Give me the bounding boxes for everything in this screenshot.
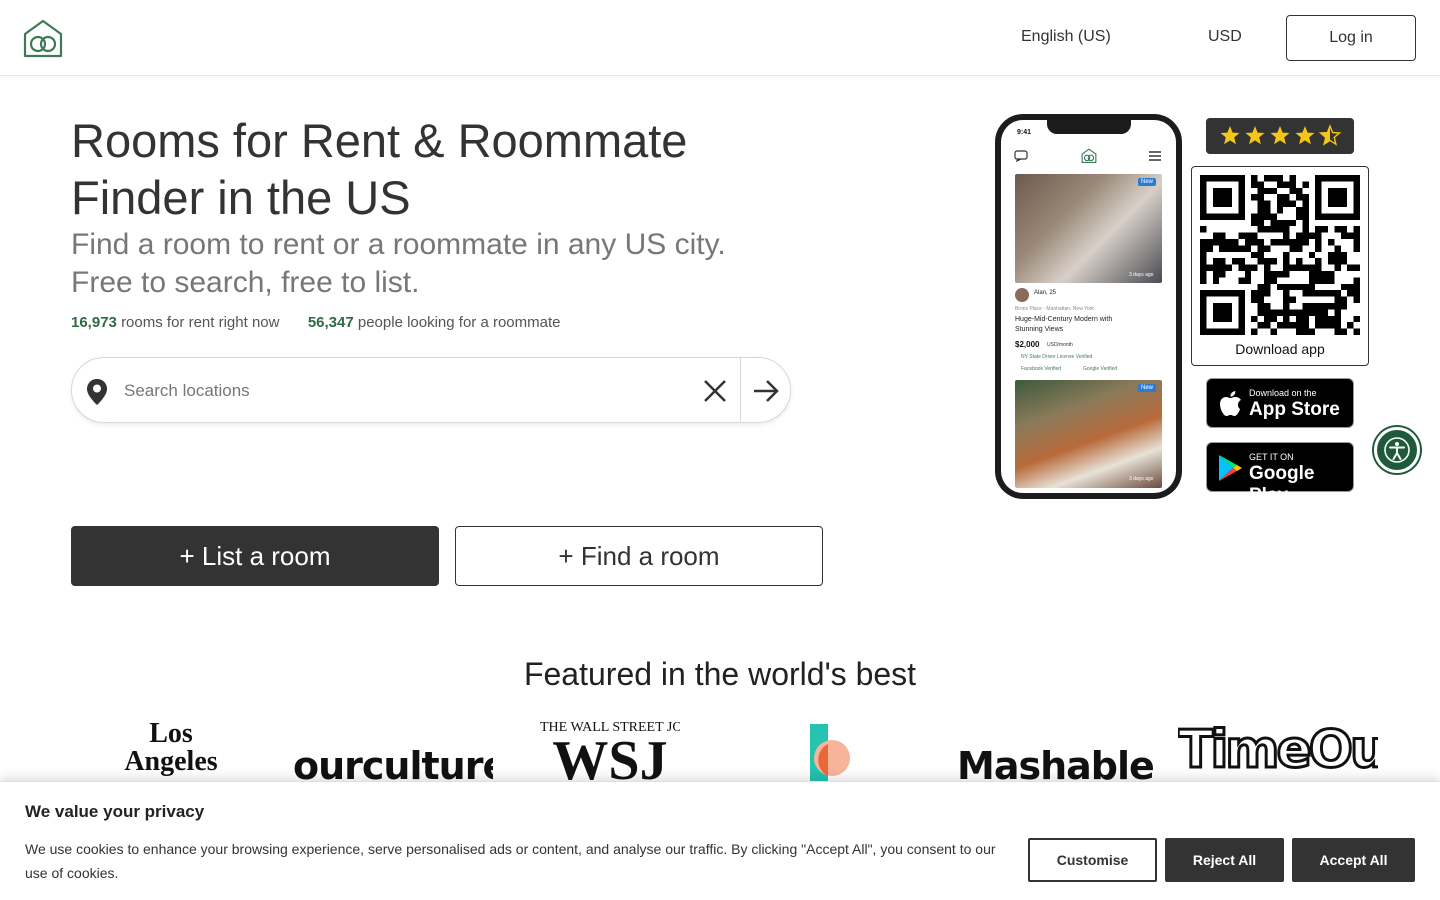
- wsj-big-text: WSJ: [552, 730, 668, 790]
- location-pin-icon: [87, 379, 107, 405]
- press-logo-abstract-icon: [810, 724, 850, 790]
- search-submit-arrow-icon[interactable]: [752, 378, 780, 404]
- google-play-icon: [1219, 455, 1242, 481]
- listing-1-posted: 3 days ago: [1129, 272, 1154, 278]
- la-line2: Angeles: [124, 746, 218, 777]
- language-selector[interactable]: English (US): [1021, 28, 1111, 46]
- app-logo-icon: [1081, 148, 1097, 164]
- download-app-qr[interactable]: Download app: [1191, 166, 1369, 366]
- listing-stats: 16,973 rooms for rent right now 56,347 p…: [71, 314, 561, 331]
- rooms-count-label: rooms for rent right now: [121, 314, 280, 331]
- listing-1-user: Alan, 25: [1034, 290, 1057, 296]
- listing-2-posted: 3 days ago: [1129, 476, 1154, 482]
- currency-selector[interactable]: USD: [1208, 28, 1242, 46]
- press-logo-timeout: TimeOut: [1178, 720, 1378, 782]
- listing-1-verified-3: Google Verified: [1083, 366, 1118, 372]
- press-logo-wsj: THE WALL STREET JOURNAL. WSJ: [540, 720, 680, 790]
- menu-icon: [1149, 151, 1161, 161]
- listing-1-title-line1: Huge-Mid-Century Modern with: [1015, 316, 1113, 323]
- customise-cookies-button[interactable]: Customise: [1028, 838, 1157, 882]
- page-title-line2: Finder in the US: [71, 171, 411, 224]
- google-play-small-text: GET IT ON: [1249, 452, 1294, 462]
- location-search-bar: [71, 357, 791, 423]
- chat-icon: [1014, 150, 1028, 162]
- search-divider: [740, 358, 741, 422]
- site-header: English (US) USD Log in: [0, 0, 1440, 76]
- google-play-badge[interactable]: GET IT ON Google Play: [1206, 442, 1354, 506]
- google-play-big-text: Google Play: [1249, 463, 1315, 506]
- cookie-title: We value your privacy: [25, 802, 205, 821]
- listing-1-title-line2: Stunning Views: [1015, 326, 1064, 333]
- listing-1-location: Bronx Place · Manhattan, New York: [1015, 306, 1094, 312]
- featured-heading: Featured in the world's best: [523, 656, 917, 692]
- list-room-button[interactable]: + List a room: [71, 526, 439, 586]
- listing-1-price-unit: USD/month: [1047, 342, 1073, 348]
- press-logo-la-times: Los Angeles: [116, 720, 226, 790]
- subtitle-line2: Free to search, free to list.: [71, 266, 420, 299]
- listing-1-verified-1: NY State Driver License Verified: [1021, 354, 1093, 360]
- qr-code: [1200, 175, 1360, 335]
- reject-all-button[interactable]: Reject All: [1165, 838, 1284, 882]
- apple-icon: [1220, 391, 1241, 416]
- people-count: 56,347: [307, 314, 354, 331]
- phone-notch: [1047, 120, 1131, 134]
- find-room-button[interactable]: + Find a room: [455, 526, 823, 586]
- search-input[interactable]: [124, 372, 684, 410]
- listing-photo-1: [1015, 174, 1162, 283]
- new-badge: New: [1138, 178, 1157, 186]
- app-phone-mockup: 9:41 New 3 days ago Alan, 25 Bronx Place…: [995, 114, 1182, 499]
- listing-1-verified-2: Facebook Verified: [1021, 366, 1062, 372]
- roomies-logo-icon[interactable]: [22, 18, 64, 60]
- app-store-badge[interactable]: Download on the App Store: [1206, 378, 1354, 428]
- people-count-label: people looking for a roommate: [357, 314, 561, 331]
- cookie-consent-banner: We value your privacy We use cookies to …: [0, 781, 1440, 900]
- new-badge-2: New: [1138, 384, 1157, 392]
- page-title-line1: Rooms for Rent & Roommate: [71, 114, 688, 167]
- accept-all-button[interactable]: Accept All: [1292, 838, 1415, 882]
- download-app-label: Download app: [1235, 341, 1325, 357]
- login-button[interactable]: Log in: [1286, 15, 1416, 61]
- listing-photo-2: [1015, 380, 1162, 488]
- cookie-text: We use cookies to enhance your browsing …: [25, 841, 996, 881]
- app-rating-stars: [1206, 118, 1354, 154]
- rooms-count: 16,973: [71, 314, 117, 331]
- listing-1-price: $2,000: [1015, 340, 1040, 349]
- la-line1: Los: [149, 720, 193, 749]
- app-store-small-text: Download on the: [1249, 388, 1317, 398]
- page-subtitle: Find a room to rent or a roommate in any…: [71, 226, 831, 302]
- user-avatar: [1015, 288, 1029, 302]
- app-store-big-text: App Store: [1249, 399, 1340, 420]
- page-title: Rooms for Rent & Roommate Finder in the …: [71, 112, 851, 226]
- accessibility-widget-button[interactable]: [1374, 427, 1420, 473]
- accessibility-icon: [1384, 437, 1410, 463]
- phone-time: 9:41: [1017, 129, 1032, 136]
- subtitle-line1: Find a room to rent or a roommate in any…: [71, 228, 726, 261]
- clear-search-icon[interactable]: [702, 378, 728, 404]
- phone-screen: 9:41 New 3 days ago Alan, 25 Bronx Place…: [1001, 120, 1176, 493]
